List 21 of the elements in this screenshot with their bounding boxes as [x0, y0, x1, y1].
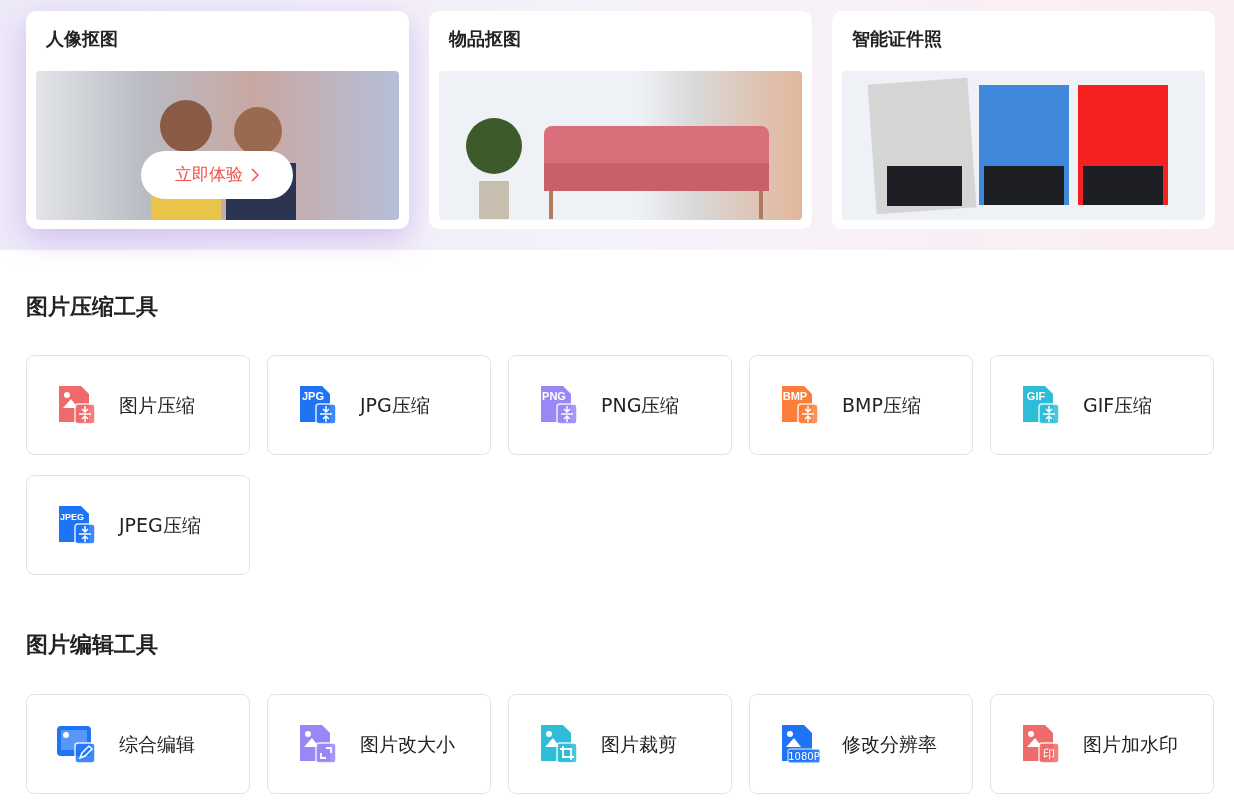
tool-tile[interactable]: JPG JPG压缩 [267, 355, 491, 456]
tool-tile[interactable]: 印 图片加水印 [990, 693, 1214, 794]
tool-tile[interactable]: GIF GIF压缩 [990, 355, 1214, 456]
card-title: 物品抠图 [447, 27, 522, 51]
feature-card[interactable]: 物品抠图 [429, 11, 812, 229]
tool-tile[interactable]: PNG PNG压缩 [508, 355, 732, 456]
section-title: 图片编辑工具 [26, 632, 159, 659]
tool-tile[interactable]: JPEG JPEG压缩 [26, 475, 250, 576]
card-title: 智能证件照 [851, 27, 943, 51]
tool-tile[interactable]: 综合编辑 [26, 693, 250, 794]
feature-card[interactable]: 智能证件照 [832, 11, 1215, 229]
try-now-button[interactable]: 立即体验 [141, 151, 293, 199]
card-title: 人像抠图 [45, 27, 119, 51]
tool-tile[interactable]: 图片改大小 [267, 693, 491, 794]
feature-card[interactable]: 人像抠图 立即体验 [26, 11, 409, 229]
tool-tile[interactable]: 图片压缩 [26, 355, 250, 456]
tool-tile[interactable]: BMP BMP压缩 [749, 355, 973, 456]
chevron-right-icon [251, 168, 259, 182]
tool-tile[interactable]: 1080P 修改分辨率 [749, 693, 973, 794]
section-title: 图片压缩工具 [26, 294, 159, 321]
tool-tile[interactable]: 图片裁剪 [508, 693, 732, 794]
